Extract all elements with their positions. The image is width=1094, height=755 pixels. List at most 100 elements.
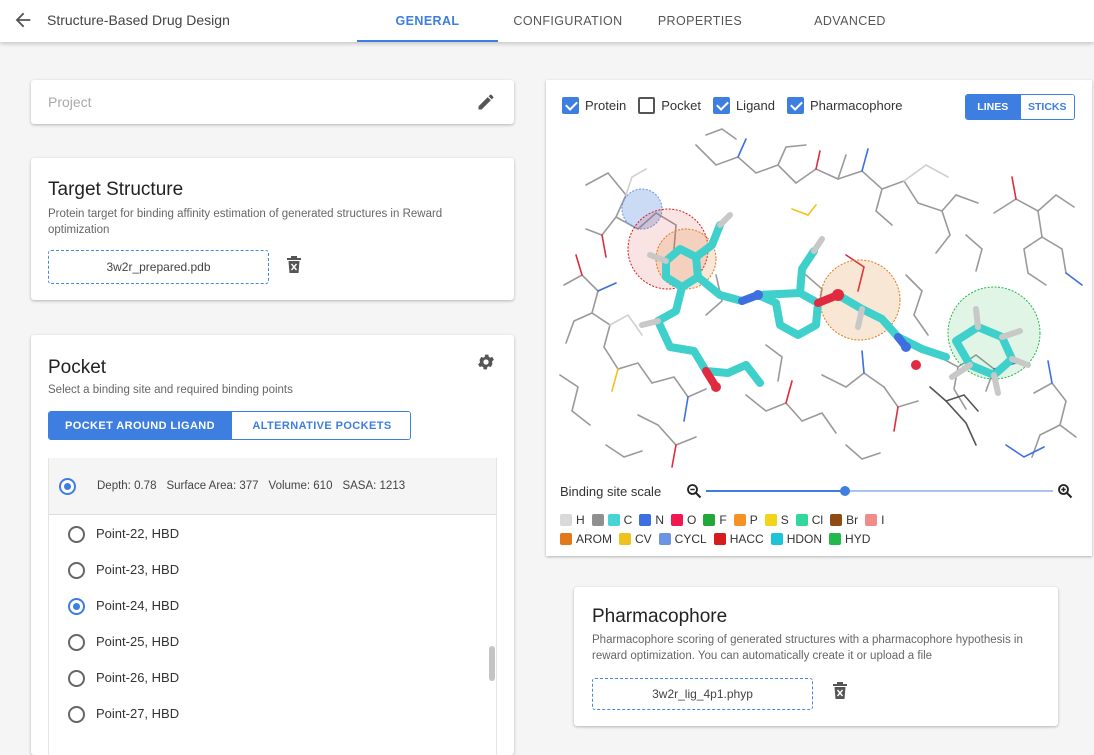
gear-icon[interactable] <box>476 352 496 372</box>
legend-label: Cl <box>811 513 824 527</box>
feature-color-legend: AROM CV CYCL HACC HDON HYD <box>560 532 1080 546</box>
molecule-viewer-card: Protein Pocket Ligand Pharmacophore LINE… <box>546 80 1092 556</box>
pocket-title: Pocket <box>48 357 107 378</box>
legend-label: HACC <box>729 532 764 546</box>
legend-swatch <box>607 514 620 526</box>
lines-button[interactable]: LINES <box>966 95 1020 119</box>
legend-label: HDON <box>786 532 823 546</box>
render-mode-toggle: LINES STICKS <box>965 94 1075 120</box>
protein-toggle[interactable]: Protein <box>562 97 626 114</box>
point-radio[interactable] <box>68 562 85 579</box>
pocket-radio[interactable] <box>59 478 76 495</box>
pocket-depth: Depth: 0.78 <box>97 480 157 492</box>
pocket-metrics: Depth: 0.78 Surface Area: 377 Volume: 61… <box>97 480 405 492</box>
tab-general[interactable]: GENERAL <box>357 0 498 42</box>
target-structure-description: Protein target for binding affinity esti… <box>48 208 443 236</box>
pencil-edit-icon[interactable] <box>476 92 496 112</box>
ligand-checkbox[interactable] <box>712 97 730 114</box>
point-radio[interactable] <box>68 526 85 543</box>
legend-label: H <box>576 513 585 527</box>
tab-advanced[interactable]: ADVANCED <box>795 0 905 42</box>
point-label: Point-24, HBD <box>96 598 180 613</box>
back-arrow-icon[interactable] <box>12 9 34 31</box>
tab-properties[interactable]: PROPERTIES <box>645 0 755 42</box>
point-row[interactable]: Point-25, HBD <box>49 624 496 660</box>
target-file-button[interactable]: 3w2r_prepared.pdb <box>48 250 269 284</box>
legend-label: F <box>719 513 727 527</box>
legend-swatch <box>703 514 716 526</box>
trash-icon[interactable] <box>286 256 302 274</box>
alternative-pockets-button[interactable]: ALTERNATIVE POCKETS <box>231 412 410 439</box>
target-structure-title: Target Structure <box>48 179 184 200</box>
point-label: Point-27, HBD <box>96 706 180 721</box>
legend-swatch <box>713 533 726 545</box>
legend-item: CV <box>619 532 652 546</box>
legend-item: Cl <box>795 513 824 527</box>
point-label: Point-23, HBD <box>96 562 180 577</box>
legend-label: O <box>687 513 697 527</box>
ligand-label: Ligand <box>735 98 775 113</box>
pocket-volume: Volume: 610 <box>268 480 333 492</box>
molecule-3d-view[interactable] <box>546 125 1092 480</box>
ligand-toggle[interactable]: Ligand <box>712 97 775 114</box>
points-scrollbar[interactable] <box>489 646 495 681</box>
zoom-in-icon[interactable] <box>1057 483 1073 499</box>
legend-swatch <box>619 533 631 545</box>
project-name-input[interactable] <box>31 80 461 124</box>
binding-site-scale-label: Binding site scale <box>560 484 662 499</box>
legend-swatch <box>829 533 842 545</box>
pharmacophore-toggle[interactable]: Pharmacophore <box>787 97 903 114</box>
legend-item: HDON <box>770 532 823 546</box>
legend-item: AROM <box>560 532 612 546</box>
legend-swatch <box>764 514 777 526</box>
protein-checkbox[interactable] <box>562 97 579 114</box>
viewer-layer-toggles: Protein Pocket Ligand Pharmacophore <box>562 97 915 114</box>
legend-swatch <box>591 514 604 526</box>
legend-label: CV <box>635 532 652 546</box>
pocket-checkbox[interactable] <box>638 97 656 114</box>
trash-icon[interactable] <box>832 682 848 700</box>
pocket-label: Pocket <box>661 98 701 113</box>
point-radio[interactable] <box>68 670 85 687</box>
point-radio[interactable] <box>68 706 85 723</box>
legend-swatch <box>795 514 808 526</box>
sticks-button[interactable]: STICKS <box>1019 95 1074 119</box>
point-row[interactable]: Point-22, HBD <box>49 516 496 552</box>
zoom-out-icon[interactable] <box>686 483 702 499</box>
point-radio[interactable] <box>68 598 85 615</box>
selected-pocket-row[interactable]: Depth: 0.78 Surface Area: 377 Volume: 61… <box>49 458 496 515</box>
legend-swatch <box>733 514 746 526</box>
point-row[interactable]: Point-26, HBD <box>49 660 496 696</box>
legend-swatch <box>639 514 652 526</box>
legend-item: O <box>671 513 696 527</box>
target-structure-card: Target Structure Protein target for bind… <box>31 158 514 300</box>
legend-label: C <box>623 513 633 527</box>
point-row[interactable]: Point-24, HBD <box>49 588 496 624</box>
point-row[interactable]: Point-23, HBD <box>49 552 496 588</box>
pocket-around-ligand-button[interactable]: POCKET AROUND LIGAND <box>49 412 231 439</box>
pharmacophore-card: Pharmacophore Pharmacophore scoring of g… <box>574 587 1058 726</box>
slider-thumb[interactable] <box>839 486 850 496</box>
point-label: Point-22, HBD <box>96 526 180 541</box>
legend-item: Br <box>830 513 858 527</box>
legend-label: I <box>881 513 885 527</box>
legend-item: CYCL <box>658 532 707 546</box>
pharmacophore-description: Pharmacophore scoring of generated struc… <box>592 634 1023 662</box>
pocket-sasa: SASA: 1213 <box>342 480 406 492</box>
app-title: Structure-Based Drug Design <box>47 12 230 28</box>
pharmacophore-checkbox[interactable] <box>787 97 804 114</box>
project-card <box>31 80 514 124</box>
pharmacophore-file-button[interactable]: 3w2r_lig_4p1.phyp <box>592 678 813 710</box>
legend-label: HYD <box>845 532 871 546</box>
legend-label: AROM <box>576 532 612 546</box>
legend-item: HYD <box>829 532 870 546</box>
pocket-toggle[interactable]: Pocket <box>638 97 701 114</box>
legend-item: F <box>703 513 727 527</box>
point-row[interactable]: Point-27, HBD <box>49 696 496 732</box>
tab-configuration[interactable]: CONFIGURATION <box>505 0 631 42</box>
app-header: Structure-Based Drug Design GENERAL CONF… <box>0 0 1094 42</box>
binding-site-scale-slider[interactable] <box>706 486 1053 496</box>
point-radio[interactable] <box>68 634 85 651</box>
legend-item: I <box>865 513 884 527</box>
legend-item: N <box>639 513 664 527</box>
